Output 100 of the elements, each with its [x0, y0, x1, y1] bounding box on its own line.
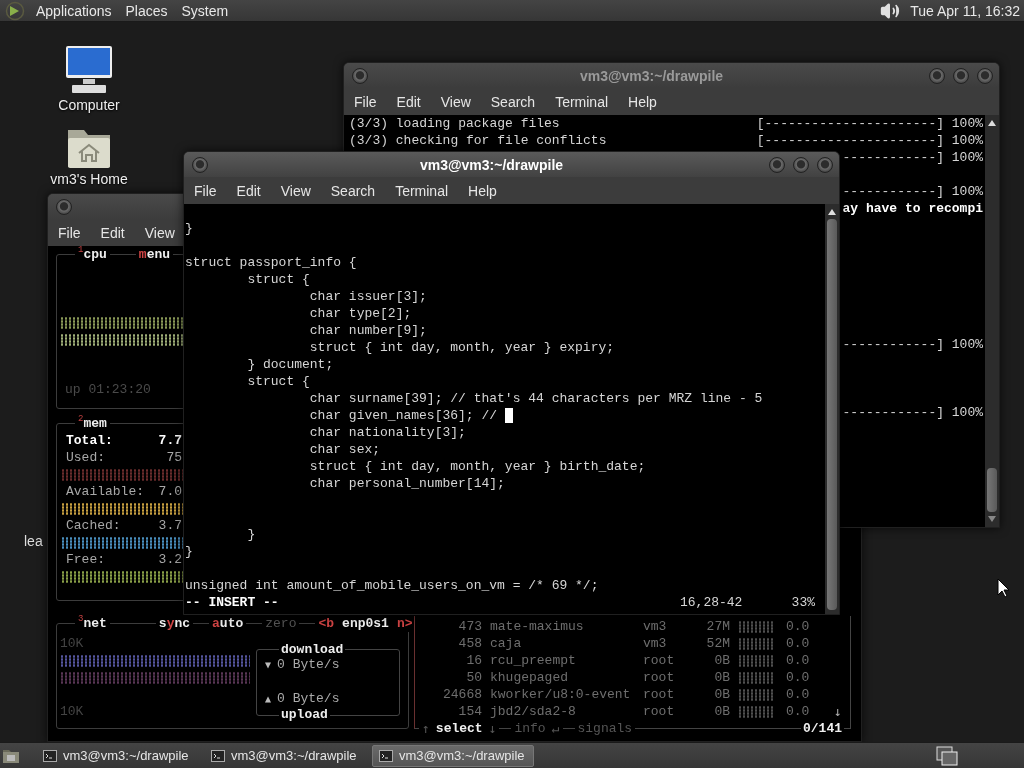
memory-cell-text: 52M: [705, 635, 730, 652]
home-folder-icon[interactable]: [66, 127, 112, 169]
maximize-button[interactable]: [793, 156, 809, 173]
menu-item[interactable]: Edit: [226, 178, 271, 203]
panel-menu[interactable]: Applications: [29, 0, 119, 21]
scrollbar-thumb[interactable]: [987, 468, 997, 512]
show-desktop-icon[interactable]: [2, 747, 20, 764]
pid-cell-text: 50: [465, 669, 482, 686]
upload-label: upload: [279, 709, 330, 721]
pid-cell-text: 154: [457, 703, 482, 720]
memory-value: 7.7: [158, 432, 182, 449]
menu-item[interactable]: Terminal: [545, 89, 619, 114]
user-cell-text: root: [643, 686, 676, 703]
taskbar-button[interactable]: vm3@vm3:~/drawpile: [204, 744, 366, 767]
terminal-icon: [211, 749, 225, 762]
menu-item[interactable]: File: [344, 89, 387, 114]
taskbar-button[interactable]: vm3@vm3:~/drawpile: [372, 744, 534, 767]
menu-item[interactable]: Terminal: [385, 178, 459, 203]
window-menu-button[interactable]: [352, 67, 368, 84]
volume-icon[interactable]: [880, 0, 901, 21]
scrollbar-thumb[interactable]: [827, 219, 837, 610]
scroll-up-arrow-icon[interactable]: [987, 119, 997, 127]
output-line: (3/3) loading package files: [349, 115, 560, 132]
workspace-switcher-icon[interactable]: [936, 745, 958, 766]
menu-item[interactable]: Help: [458, 178, 507, 203]
code-line: char type[2];: [308, 305, 412, 322]
menu-item[interactable]: Help: [618, 89, 667, 114]
memory-value: 3.2: [158, 551, 182, 568]
taskbar-button[interactable]: vm3@vm3:~/drawpile: [36, 744, 198, 767]
memory-cell-text: 0B: [713, 669, 730, 686]
memory-label: Available:: [66, 483, 144, 500]
clock[interactable]: Tue Apr 11, 16:32: [910, 2, 1020, 19]
desktop-icon-label[interactable]: vm3's Home: [50, 171, 128, 187]
close-button[interactable]: [817, 156, 833, 173]
menu-item[interactable]: View: [270, 178, 321, 203]
panel-menu[interactable]: Places: [118, 0, 175, 21]
scale-label: 10K: [60, 703, 85, 720]
user-cell-text: root: [643, 669, 676, 686]
process-name-cell-text: jbd2/sda2-8: [490, 703, 577, 720]
scrollbar[interactable]: [985, 115, 999, 527]
close-button[interactable]: [977, 67, 993, 84]
menu-item[interactable]: View: [134, 220, 185, 245]
menu-item[interactable]: Search: [320, 178, 386, 203]
code-line: } document;: [246, 356, 334, 373]
scroll-down-arrow-icon[interactable]: [987, 515, 997, 523]
code-line: }: [185, 543, 193, 560]
mode-indicator: -- INSERT --: [185, 594, 280, 611]
memory-cell-text: 0B: [713, 652, 730, 669]
desktop-icon-label[interactable]: Computer: [58, 97, 120, 113]
menu-item[interactable]: File: [48, 220, 91, 245]
code-line: struct {: [246, 271, 310, 288]
memory-cell-text: 0B: [713, 703, 730, 720]
desktop-icon-label[interactable]: lea: [24, 533, 43, 549]
process-name-cell-text: mate-maximus: [490, 618, 585, 635]
code-line: char number[9];: [308, 322, 427, 339]
code-line: char surname[39]; // that's 44 characters per MRZ line - 5: [308, 390, 763, 407]
code-line: struct passport_info {: [185, 254, 357, 271]
progress-bar-text: [----------------------] 100%: [756, 115, 983, 132]
window-menu-button[interactable]: [192, 156, 208, 173]
memory-label: Total:: [66, 432, 113, 449]
progress-bar-text: ------------] 100%: [842, 336, 983, 353]
process-name-cell-text: caja: [490, 635, 523, 652]
scrollbar[interactable]: [825, 204, 839, 614]
distro-logo-icon[interactable]: [5, 0, 25, 21]
menu-item[interactable]: File: [184, 178, 227, 203]
menu-item[interactable]: Search: [480, 89, 546, 114]
memory-cell-text: 27M: [705, 618, 730, 635]
download-arrow: ▼: [265, 659, 272, 670]
code-line: char sex;: [308, 441, 381, 458]
process-name-cell-text: rcu_preempt: [490, 652, 577, 669]
menu-item[interactable]: Edit: [386, 89, 431, 114]
code-line: char issuer[3];: [308, 288, 427, 305]
scroll-percent: 33%: [791, 594, 815, 611]
code-line: char nationality[3];: [308, 424, 466, 441]
menu-item[interactable]: Edit: [90, 220, 135, 245]
code-line: struct { int day, month, year } expiry;: [308, 339, 615, 356]
computer-icon[interactable]: [64, 45, 114, 95]
cpu-cell-text: 0.0: [786, 703, 811, 720]
upload-arrow: ▲: [265, 693, 272, 704]
upload-rate: 0 Byte/s: [277, 691, 340, 706]
cpu-cell-text: 0.0: [786, 635, 811, 652]
minimize-button[interactable]: [769, 156, 785, 173]
code-line: unsigned int amount_of_mobile_users_on_vm = /* 69 */;: [185, 577, 599, 594]
pid-cell-text: 458: [457, 635, 482, 652]
minimize-button[interactable]: [929, 67, 945, 84]
cpu-cell-text: 0.0: [786, 669, 811, 686]
window-title: vm3@vm3:~/drawpile: [579, 67, 724, 84]
terminal-icon: [379, 749, 393, 762]
progress-bar-text: [----------------------] 100%: [756, 132, 983, 149]
maximize-button[interactable]: [953, 67, 969, 84]
scale-label: 10K: [60, 635, 85, 652]
user-cell-text: root: [643, 703, 676, 720]
scroll-up-arrow-icon[interactable]: [827, 208, 837, 216]
progress-bar-text: ------------] 100%: [842, 149, 983, 166]
window-title: vm3@vm3:~/drawpile: [419, 156, 564, 173]
panel-menu[interactable]: System: [174, 0, 236, 21]
menu-item[interactable]: View: [430, 89, 481, 114]
cpu-cell-text: 0.0: [786, 652, 811, 669]
window-menu-button[interactable]: [56, 198, 72, 215]
download-rate: 0 Byte/s: [277, 657, 340, 672]
